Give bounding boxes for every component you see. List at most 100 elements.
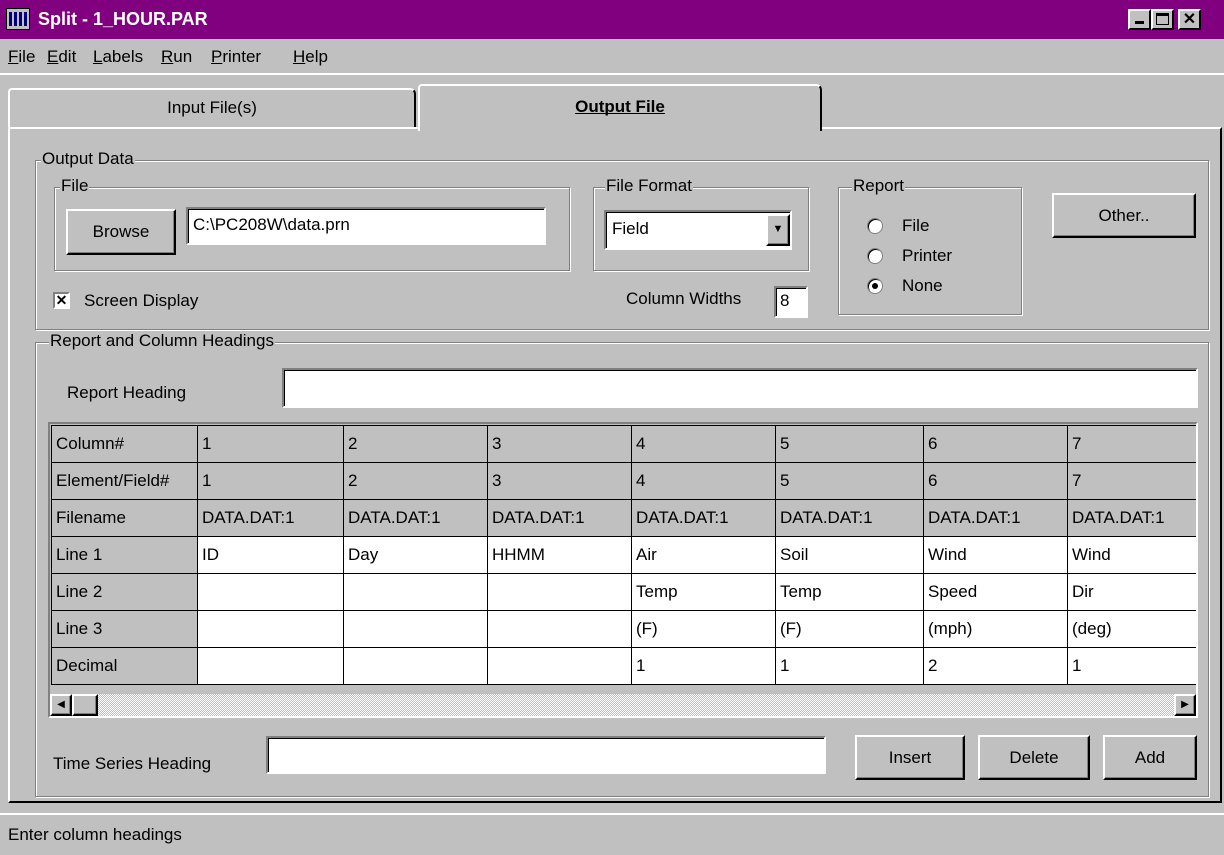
grid-cell[interactable]: 1 <box>1068 648 1196 685</box>
menu-printer[interactable]: Printer <box>211 47 261 67</box>
grid-header-cell: 5 <box>776 426 924 463</box>
grid-cell[interactable]: Air <box>632 537 776 574</box>
grid-cell[interactable]: Temp <box>632 574 776 611</box>
grid-row-header: Column# <box>52 426 198 463</box>
maximize-icon <box>1156 13 1169 25</box>
check-icon: ✕ <box>55 292 68 308</box>
grid-header-cell: 6 <box>924 463 1068 500</box>
maximize-button[interactable] <box>1151 9 1174 30</box>
grid-row-header: Filename <box>52 500 198 537</box>
report-heading-label: Report Heading <box>67 383 187 402</box>
grid-row-header: Decimal <box>52 648 198 685</box>
grid-cell[interactable] <box>488 648 632 685</box>
column-grid[interactable]: Column# Element/Field# Filename Line 1 Line … <box>48 422 1198 718</box>
close-icon: ✕ <box>1182 11 1197 28</box>
scroll-left-button[interactable]: ◀ <box>50 694 72 716</box>
app-icon[interactable] <box>6 8 30 30</box>
grid-header-cell: DATA.DAT:1 <box>924 500 1068 537</box>
grid-cell[interactable]: ID <box>198 537 344 574</box>
grid-cell[interactable]: (mph) <box>924 611 1068 648</box>
menu-edit[interactable]: Edit <box>47 47 76 67</box>
grid-cell[interactable] <box>488 611 632 648</box>
grid-header-cell: 3 <box>488 463 632 500</box>
window-title: Split - 1_HOUR.PAR <box>38 9 208 29</box>
grid-cell[interactable]: 2 <box>924 648 1068 685</box>
report-group-label: Report <box>852 176 906 196</box>
screen-display-checkbox[interactable]: ✕ <box>53 292 70 309</box>
app-window: Split - 1_HOUR.PAR ✕ File Edit Labels Ru… <box>0 0 1224 855</box>
report-none-label: None <box>902 276 943 295</box>
file-format-select[interactable]: Field ▼ <box>604 210 792 250</box>
grid-header-cell: 3 <box>488 426 632 463</box>
grid-cell[interactable]: Wind <box>924 537 1068 574</box>
grid-cell[interactable]: (F) <box>776 611 924 648</box>
menu-run[interactable]: Run <box>161 47 192 67</box>
title-bar[interactable]: Split - 1_HOUR.PAR ✕ <box>0 0 1224 39</box>
report-printer-label: Printer <box>902 246 953 265</box>
report-none-radio[interactable] <box>867 278 883 294</box>
grid-cells: Column# Element/Field# Filename Line 1 Line … <box>51 425 1196 685</box>
grid-cell[interactable]: Temp <box>776 574 924 611</box>
grid-cell[interactable]: 1 <box>776 648 924 685</box>
output-data-label: Output Data <box>41 149 135 169</box>
column-widths-label: Column Widths <box>626 289 742 308</box>
horizontal-scrollbar[interactable]: ◀ ▶ <box>50 694 1196 716</box>
grid-row-header: Element/Field# <box>52 463 198 500</box>
grid-cell[interactable] <box>198 574 344 611</box>
arrow-right-icon: ▶ <box>1181 699 1189 710</box>
grid-cell[interactable]: HHMM <box>488 537 632 574</box>
grid-header-cell: 6 <box>924 426 1068 463</box>
grid-cell[interactable] <box>344 574 488 611</box>
add-button[interactable]: Add <box>1103 735 1197 780</box>
grid-cell[interactable] <box>488 574 632 611</box>
dropdown-button[interactable]: ▼ <box>766 214 790 246</box>
grid-header-cell: 5 <box>776 463 924 500</box>
delete-button[interactable]: Delete <box>978 735 1090 780</box>
output-file-path[interactable]: C:\PC208W\data.prn <box>186 207 546 245</box>
scroll-right-button[interactable]: ▶ <box>1174 694 1196 716</box>
grid-cell[interactable]: (F) <box>632 611 776 648</box>
grid-cell[interactable]: Wind <box>1068 537 1196 574</box>
grid-cell[interactable] <box>198 611 344 648</box>
arrow-left-icon: ◀ <box>57 699 65 710</box>
grid-header-cell: 7 <box>1068 426 1196 463</box>
report-file-radio[interactable] <box>867 218 883 234</box>
report-printer-radio[interactable] <box>867 248 883 264</box>
menu-labels[interactable]: Labels <box>93 47 143 67</box>
grid-cell[interactable]: Day <box>344 537 488 574</box>
grid-cell[interactable]: Soil <box>776 537 924 574</box>
grid-cell[interactable]: Speed <box>924 574 1068 611</box>
grid-header-cell: DATA.DAT:1 <box>488 500 632 537</box>
minimize-button[interactable] <box>1128 9 1151 30</box>
grid-row-header: Line 3 <box>52 611 198 648</box>
chevron-down-icon: ▼ <box>772 223 784 235</box>
grid-cell[interactable]: Dir <box>1068 574 1196 611</box>
grid-cell[interactable]: 1 <box>632 648 776 685</box>
close-button[interactable]: ✕ <box>1178 9 1201 30</box>
other-button[interactable]: Other.. <box>1052 193 1196 238</box>
tab-output-label: Output File <box>575 97 665 116</box>
grid-cell[interactable] <box>198 648 344 685</box>
tab-input-files[interactable]: Input File(s) <box>8 88 416 128</box>
grid-cell[interactable] <box>344 648 488 685</box>
grid-cell[interactable]: (deg) <box>1068 611 1196 648</box>
insert-button[interactable]: Insert <box>855 735 965 780</box>
tab-output-file[interactable]: Output File <box>418 84 822 131</box>
grid-header-cell: 1 <box>198 463 344 500</box>
grid-header-cell: 7 <box>1068 463 1196 500</box>
file-format-value: Field <box>612 219 649 238</box>
grid-cell[interactable] <box>344 611 488 648</box>
grid-header-cell: DATA.DAT:1 <box>1068 500 1196 537</box>
menu-file[interactable]: File <box>8 47 35 67</box>
grid-row-header: Line 1 <box>52 537 198 574</box>
report-heading-input[interactable] <box>282 368 1198 408</box>
time-series-label: Time Series Heading <box>53 754 212 773</box>
scroll-thumb[interactable] <box>72 694 98 716</box>
browse-button[interactable]: Browse <box>66 209 176 255</box>
menu-help[interactable]: Help <box>293 47 328 67</box>
column-widths-input[interactable]: 8 <box>774 286 808 318</box>
menu-divider <box>0 73 1224 75</box>
minimize-icon <box>1135 21 1144 24</box>
time-series-input[interactable] <box>266 736 826 774</box>
screen-display-label: Screen Display <box>84 291 199 310</box>
